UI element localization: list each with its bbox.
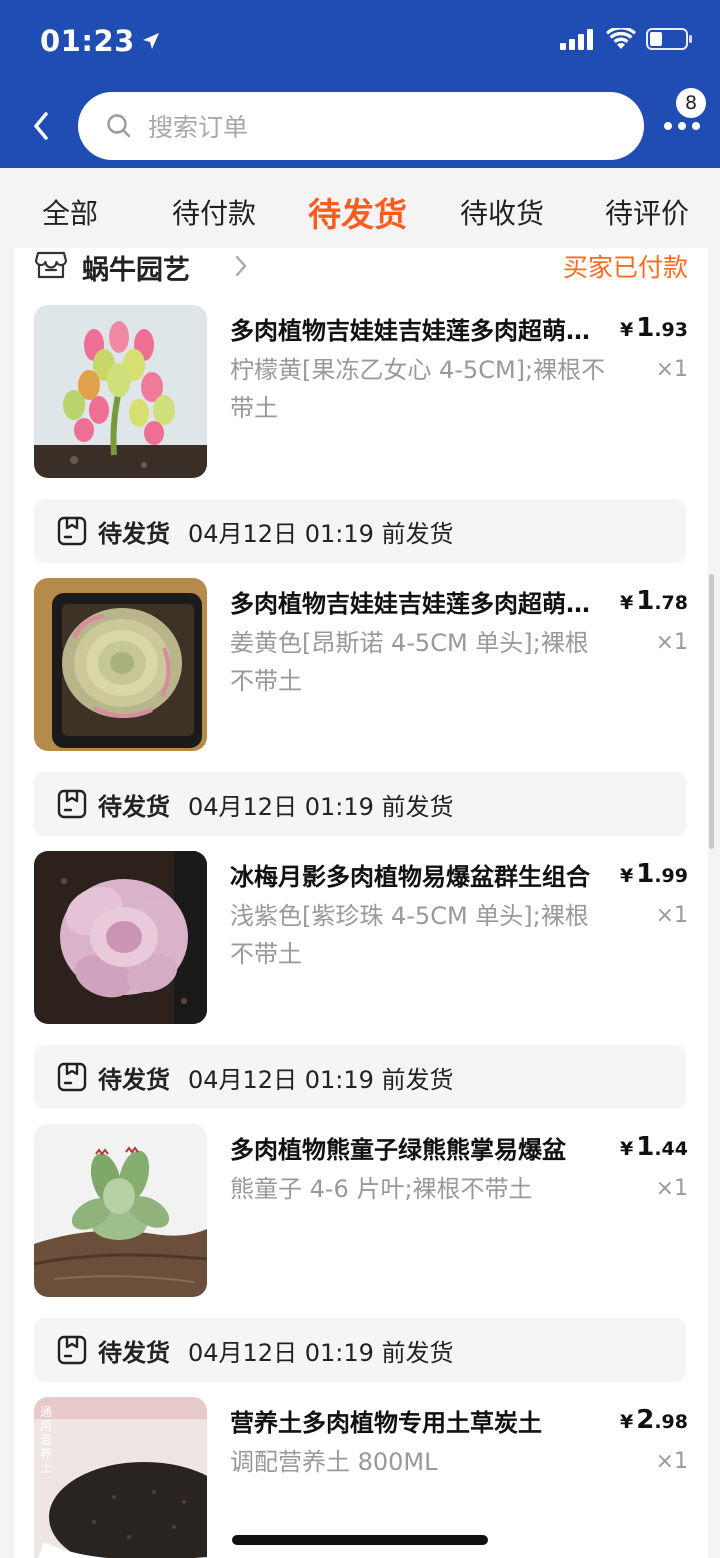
order-item[interactable]: 多肉植物熊童子绿熊熊掌易爆盆 熊童子 4-6 片叶;裸根不带土 ¥1.44 ×1 (34, 1124, 688, 1304)
price-currency: ¥ (620, 319, 634, 341)
soil-package-label: 通用营养土 (40, 1405, 53, 1475)
tab-pending-shipment[interactable]: 待发货 (308, 188, 407, 236)
shipping-bar: 待发货 04月12日 01:19 前发货 (34, 1045, 686, 1109)
product-quantity: ×1 (655, 903, 688, 928)
shipping-status: 待发货 (98, 1338, 170, 1367)
battery-icon (646, 28, 692, 50)
price-integer: 1 (636, 859, 655, 889)
status-indicators (560, 28, 692, 50)
price-decimal: .98 (654, 1411, 688, 1433)
price-decimal: .44 (654, 1138, 688, 1160)
product-price: ¥1.93 (620, 313, 688, 343)
package-icon (57, 789, 87, 819)
shipping-deadline: 04月12日 01:19 前发货 (188, 1338, 454, 1367)
chevron-right-icon (235, 255, 247, 277)
product-spec: 柠檬黄[果冻乙女心 4-5CM];裸根不带土 (230, 356, 606, 422)
package-icon (57, 1335, 87, 1365)
order-tabs: 全部 待付款 待发货 待收货 待评价 (0, 168, 720, 248)
order-item[interactable]: 多肉植物吉娃娃吉娃莲多肉超萌组合 姜黄色[昂斯诺 4-5CM 单头];裸根不带土… (34, 578, 688, 758)
price-decimal: .99 (654, 865, 688, 887)
shipping-bar: 待发货 04月12日 01:19 前发货 (34, 1318, 686, 1382)
tab-all[interactable]: 全部 (42, 192, 98, 232)
chevron-left-icon (34, 112, 48, 140)
price-integer: 2 (636, 1405, 655, 1435)
tab-pending-review[interactable]: 待评价 (605, 192, 689, 232)
search-icon (107, 114, 131, 138)
location-arrow-icon (142, 33, 159, 49)
scrollbar[interactable] (709, 574, 714, 849)
product-quantity: ×1 (655, 630, 688, 655)
shipping-bar: 待发货 04月12日 01:19 前发货 (34, 499, 686, 563)
price-decimal: .78 (654, 592, 688, 614)
shipping-deadline: 04月12日 01:19 前发货 (188, 1065, 454, 1094)
product-price: ¥2.98 (620, 1405, 688, 1435)
price-currency: ¥ (620, 1411, 634, 1433)
top-bar: 01:23 搜索订单 8 (0, 0, 720, 168)
price-currency: ¥ (620, 1138, 634, 1160)
product-image[interactable] (34, 578, 207, 751)
notification-badge: 8 (674, 86, 708, 120)
product-price: ¥1.99 (620, 859, 688, 889)
product-image[interactable] (34, 851, 207, 1024)
search-input[interactable]: 搜索订单 (78, 92, 644, 160)
product-image[interactable] (34, 1124, 207, 1297)
shop-header[interactable]: 蜗牛园艺 买家已付款 (34, 248, 688, 287)
home-indicator[interactable] (232, 1535, 488, 1545)
product-spec: 浅紫色[紫珍珠 4-5CM 单头];裸根不带土 (230, 902, 589, 968)
shipping-status: 待发货 (98, 519, 170, 548)
order-item[interactable]: 通用营养土 营养土多肉植物专用土草炭土 调配营养土 800ML ¥2.98 ×1 (34, 1397, 688, 1558)
tab-pending-receipt[interactable]: 待收货 (460, 192, 544, 232)
order-item[interactable]: 多肉植物吉娃娃吉娃莲多肉超萌组合 柠檬黄[果冻乙女心 4-5CM];裸根不带土 … (34, 305, 688, 485)
search-placeholder: 搜索订单 (148, 113, 249, 142)
price-decimal: .93 (654, 319, 688, 341)
product-price: ¥1.44 (620, 1132, 688, 1162)
status-time: 01:23 (40, 24, 161, 58)
shipping-deadline: 04月12日 01:19 前发货 (188, 792, 454, 821)
product-spec: 调配营养土 800ML (230, 1448, 438, 1476)
wifi-icon (606, 28, 636, 49)
order-item[interactable]: 冰梅月影多肉植物易爆盆群生组合 浅紫色[紫珍珠 4-5CM 单头];裸根不带土 … (34, 851, 688, 1031)
product-quantity: ×1 (655, 1449, 688, 1474)
signal-icon (560, 29, 593, 50)
order-status: 买家已付款 (562, 253, 688, 282)
product-quantity: ×1 (655, 1176, 688, 1201)
product-quantity: ×1 (655, 357, 688, 382)
price-currency: ¥ (620, 865, 634, 887)
package-icon (57, 516, 87, 546)
product-title[interactable]: 多肉植物吉娃娃吉娃莲多肉超萌组合 (230, 311, 612, 346)
store-icon (34, 251, 68, 279)
product-title[interactable]: 多肉植物熊童子绿熊熊掌易爆盆 (230, 1130, 612, 1165)
package-icon (57, 1062, 87, 1092)
product-title[interactable]: 多肉植物吉娃娃吉娃莲多肉超萌组合 (230, 584, 612, 619)
tab-pending-payment[interactable]: 待付款 (172, 192, 256, 232)
product-title[interactable]: 营养土多肉植物专用土草炭土 (230, 1403, 612, 1438)
shipping-status: 待发货 (98, 1065, 170, 1094)
shipping-status: 待发货 (98, 792, 170, 821)
product-spec: 姜黄色[昂斯诺 4-5CM 单头];裸根不带土 (230, 629, 589, 695)
product-spec: 熊童子 4-6 片叶;裸根不带土 (230, 1175, 533, 1203)
price-integer: 1 (636, 586, 655, 616)
price-integer: 1 (636, 1132, 655, 1162)
product-title[interactable]: 冰梅月影多肉植物易爆盆群生组合 (230, 857, 612, 892)
product-image[interactable]: 通用营养土 (34, 1397, 207, 1558)
order-card: 蜗牛园艺 买家已付款 多肉植物吉娃娃吉娃莲多肉超萌组合 柠檬黄[果冻乙女心 4-… (14, 248, 708, 1558)
price-currency: ¥ (620, 592, 634, 614)
shipping-deadline: 04月12日 01:19 前发货 (188, 519, 454, 548)
shop-name[interactable]: 蜗牛园艺 (82, 248, 190, 287)
back-button[interactable] (26, 106, 58, 146)
product-image[interactable] (34, 305, 207, 478)
product-price: ¥1.78 (620, 586, 688, 616)
status-clock: 01:23 (40, 24, 135, 58)
price-integer: 1 (636, 313, 655, 343)
shipping-bar: 待发货 04月12日 01:19 前发货 (34, 772, 686, 836)
